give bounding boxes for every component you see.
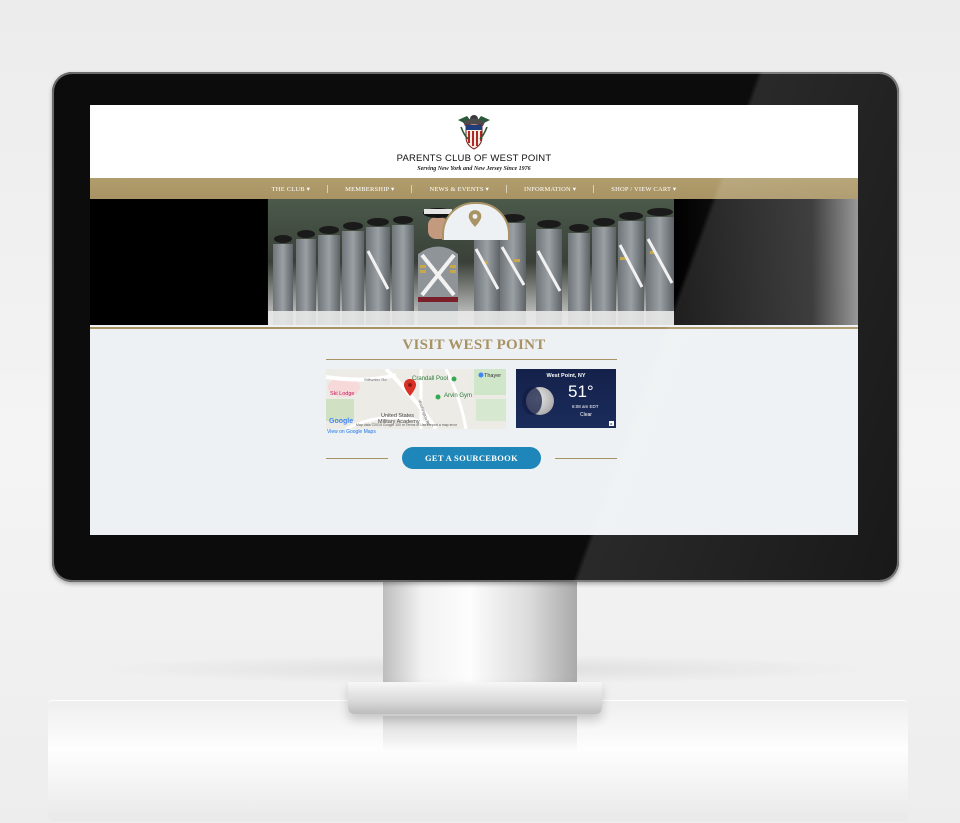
monitor-stand-foot [348,682,602,714]
get-sourcebook-button[interactable]: GET A SOURCEBOOK [402,447,541,469]
nav-item-information[interactable]: INFORMATION ▾ [505,184,593,205]
google-map-embed[interactable]: Crandall Pool Arvin Gym Thayer United St… [326,369,506,429]
nav-item-news-events[interactable]: NEWS & EVENTS ▾ [411,184,506,193]
club-crest-logo[interactable] [454,111,494,151]
map-footer: Map data ©2019 Google 100 m Terms of Use… [356,423,457,427]
site-title: PARENTS CLUB OF WEST POINT [396,153,552,164]
nav-item-shop-view-cart[interactable]: SHOP / VIEW CART ▾ [593,184,693,193]
cta-rule-right [555,458,617,459]
visit-title-rule [326,359,617,360]
map-label-gym: Arvin Gym [444,393,473,399]
hero-side-panel [674,199,858,325]
map-pin-icon [468,210,482,227]
weather-time: 6:08 am EDT [572,404,599,409]
hero-divider [90,327,858,329]
cta-rule-left [326,458,388,459]
map-label-road1: Stillwater Rd [364,377,387,382]
weather-widget[interactable]: West Point, NY 51° 6:08 am EDT Clear ▸ [516,369,616,428]
view-on-google-maps-link[interactable]: View on Google Maps [327,429,376,435]
nav-item-the-club[interactable]: THE CLUB ▾ [255,185,327,193]
weather-temperature: 51° [568,382,594,401]
monitor-stand-neck [383,580,577,690]
stand-reflection [383,716,577,752]
moon-icon [522,387,554,415]
site-tagline: Serving New York and New Jersey Since 19… [417,166,531,172]
site-header: PARENTS CLUB OF WEST POINT Serving New Y… [90,105,858,178]
google-logo: Google [329,418,354,425]
map-label-lodge: Ski Lodge [330,391,355,397]
visit-section-title: VISIT WEST POINT [402,337,546,353]
weather-info-icon[interactable]: ▸ [609,421,614,426]
nav-item-membership[interactable]: MEMBERSHIP ▾ [327,184,411,193]
website-screen: PARENTS CLUB OF WEST POINT Serving New Y… [90,105,858,535]
main-navigation: THE CLUB ▾ MEMBERSHIP ▾ NEWS & EVENTS ▾ … [90,178,858,205]
map-label-pool: Crandall Pool [412,376,449,382]
weather-city: West Point, NY [546,373,586,379]
map-label-thayer: Thayer [484,373,502,379]
weather-condition: Clear [580,412,592,418]
